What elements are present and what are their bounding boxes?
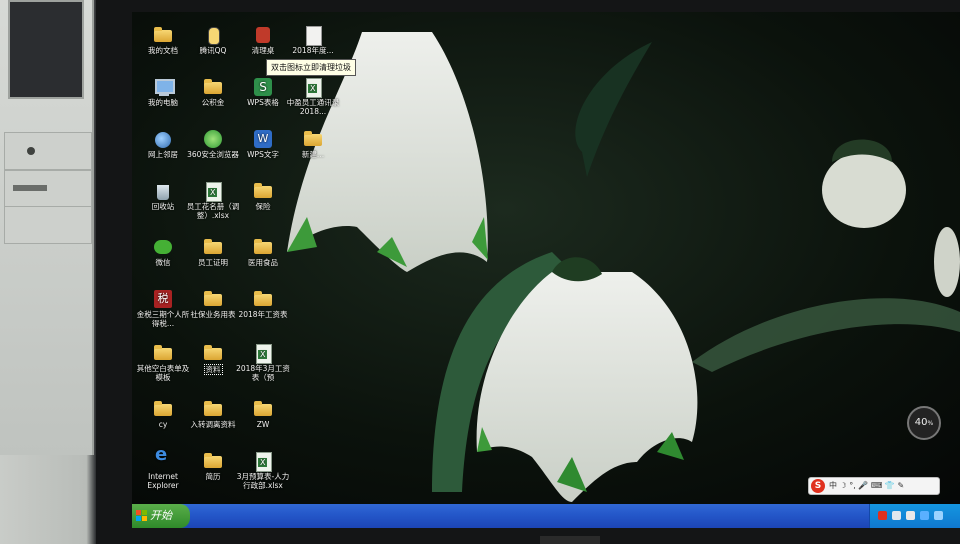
icon-label: Internet Explorer [147,472,179,490]
icon-label: 资料 [203,364,223,375]
volume-tray-icon[interactable] [934,511,943,520]
tower-upper-panel [8,0,84,99]
icon-label: 中盈员工通讯录2018... [286,98,340,116]
desktop-icon-march-budget[interactable]: 3月预算表-人力行政部.xlsx [234,452,292,490]
drive-bay [4,132,92,170]
desktop-icon-new-folder[interactable]: 新建... [284,130,342,159]
icon-label: 回收站 [151,202,175,211]
sogou-logo-icon: S [811,479,825,493]
360-browser-icon [203,130,223,148]
icon-label: 简历 [205,472,221,481]
icon-label: WPS表格 [247,98,279,107]
speed-unit: % [927,420,934,427]
excel-file-icon [253,452,273,472]
folder-icon [203,78,223,96]
folder-icon [253,290,273,308]
folder-icon [203,452,223,470]
folder-icon [303,130,323,148]
folder-icon [203,400,223,418]
ime-tool-buttons[interactable]: 中 ☽ °, 🎤 ⌨ 👕 ✎ [829,478,904,494]
desktop-icon-insurance[interactable]: 保险 [234,182,292,211]
documents-folder-icon [153,26,173,44]
folder-icon [203,344,223,362]
system-tray [869,504,960,528]
folder-icon [153,344,173,362]
tray-app-icon[interactable] [892,511,901,520]
folder-icon [253,182,273,200]
network-tray-icon[interactable] [920,511,929,520]
desktop-icon-2018-payroll[interactable]: 2018年工资表 [234,290,292,319]
icon-label: 2018年度... [292,46,334,55]
desktop-icon-march-payroll[interactable]: 2018年3月工资表（预 [234,344,292,382]
monitor-screen: 我的文档 我的电脑 网上邻居 回收站 微信 金税三期个人所得税... 其他空白表… [132,12,960,528]
icon-label: WPS文字 [247,150,279,159]
desktop-icon-zw[interactable]: ZW [234,400,292,429]
wechat-icon [153,238,173,256]
sogou-tray-icon[interactable] [878,511,887,520]
qq-penguin-icon [203,26,223,45]
speed-value: 40 [914,417,928,428]
icon-label: cy [158,420,168,429]
sogou-ime-toolbar[interactable]: S 中 ☽ °, 🎤 ⌨ 👕 ✎ [808,477,940,495]
icon-label: ZW [256,420,270,429]
excel-file-icon [303,78,323,98]
folder-icon [253,400,273,418]
folder-icon [153,400,173,418]
windows-flag-icon [136,510,147,521]
excel-file-icon [203,182,223,202]
icon-label: 员工花名册（调整）.xlsx [186,202,240,220]
network-speed-widget[interactable]: 40% [907,406,941,440]
wps-spreadsheet-icon [253,78,273,96]
drive-bay [4,206,92,244]
tray-app-icon[interactable] [906,511,915,520]
tax-client-icon [153,290,173,308]
icon-label: 微信 [155,258,171,267]
recycle-bin-icon [153,182,173,200]
document-icon [303,26,323,46]
icon-label: 360安全浏览器 [187,150,239,159]
start-label: 开始 [150,509,172,522]
folder-icon [203,238,223,256]
icon-label: 3月预算表-人力行政部.xlsx [236,472,290,490]
pc-tower [0,0,94,455]
cleanup-icon [253,26,273,44]
folder-icon [203,290,223,308]
desktop-icon-2018-document[interactable]: 2018年度... [284,26,342,55]
cleanup-tooltip: 双击图标立即清理垃圾 [266,59,356,76]
icon-label: 我的电脑 [148,98,178,107]
icon-label: 我的文档 [148,46,178,55]
internet-explorer-icon [153,450,173,470]
start-button[interactable]: 开始 [132,504,190,528]
icon-label: 入转调离资料 [190,420,236,429]
icon-label: 医用食品 [248,258,278,267]
icon-label: 2018年工资表 [238,310,288,319]
icon-label: 社保业务用表 [190,310,236,319]
icon-label: 清理桌 [251,46,275,55]
icon-label: 员工证明 [198,258,228,267]
taskbar: 开始 [132,504,960,528]
desktop-icon-staff-directory[interactable]: 中盈员工通讯录2018... [284,78,342,116]
icon-label: 公积金 [201,98,225,107]
icon-label: 腾讯QQ [199,46,227,55]
network-places-icon [153,130,173,148]
wps-writer-icon [253,130,273,148]
drive-bay [4,170,92,208]
icon-label: 保险 [255,202,271,211]
monitor-stand [540,536,600,544]
wallpaper-flower-bud [822,152,906,228]
computer-icon [153,78,175,96]
icon-label: 金税三期个人所得税... [136,310,190,328]
icon-label: 2018年3月工资表（预 [236,364,290,382]
icon-label: 网上邻居 [148,150,178,159]
icon-label: 其他空白表单及模板 [136,364,190,382]
desktop-icon-medical-food[interactable]: 医用食品 [234,238,292,267]
icon-label: 新建... [301,150,325,159]
excel-file-icon [253,344,273,364]
folder-icon [253,238,273,256]
